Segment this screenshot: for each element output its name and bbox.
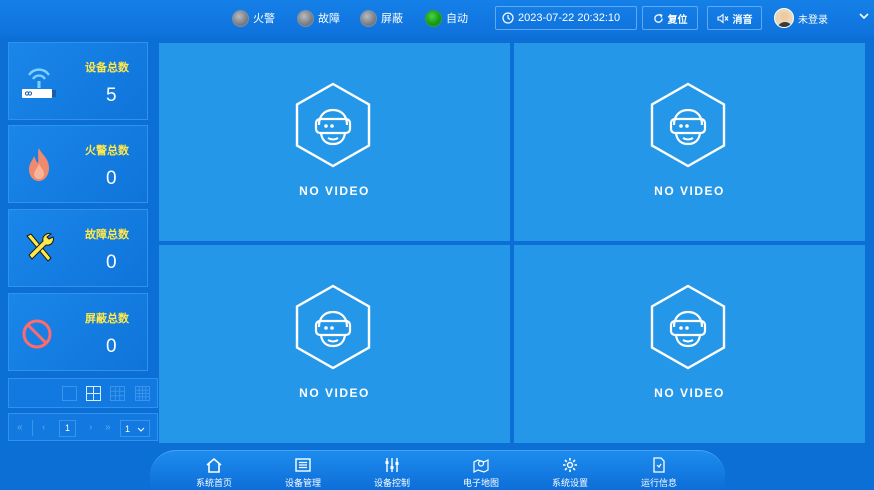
fire-led-icon [232, 9, 249, 27]
chevron-down-icon [137, 427, 145, 432]
status-shield: 屏蔽 [360, 9, 403, 27]
first-page-icon[interactable]: « [17, 422, 23, 433]
layout-9-button[interactable] [110, 386, 125, 401]
forbidden-icon [22, 319, 52, 349]
nav-map-label: 电子地图 [462, 478, 499, 488]
mute-icon [716, 12, 728, 24]
no-video-text: NO VIDEO [654, 184, 725, 198]
reset-button[interactable]: 复位 [642, 6, 698, 30]
sliders-icon [385, 458, 399, 472]
stat-value-fire: 0 [106, 168, 117, 189]
video-cell-2[interactable]: NO VIDEO [514, 43, 865, 241]
no-video-text: NO VIDEO [299, 184, 370, 198]
stat-card-devices: 设备总数 5 [8, 42, 148, 120]
stat-card-shield: 屏蔽总数 0 [8, 293, 148, 371]
nav-device-management[interactable]: 设备管理 [268, 457, 338, 489]
reset-button-label: 复位 [667, 14, 688, 26]
layout-16-button[interactable] [135, 386, 150, 401]
stat-label-fire: 火警总数 [85, 145, 129, 157]
datetime-text: 2023-07-22 20:32:10 [518, 12, 621, 24]
user-menu[interactable]: 未登录 [774, 5, 828, 31]
no-video-text: NO VIDEO [654, 386, 725, 400]
grid-16-icon [136, 387, 149, 400]
bottom-nav: 系统首页 设备管理 设备控制 电子地图 系统设置 运行信息 [150, 450, 725, 490]
tools-icon [26, 233, 54, 262]
vr-camera-icon [650, 284, 726, 370]
device-list-icon [295, 458, 311, 472]
nav-device-control-label: 设备控制 [373, 478, 410, 488]
shield-led-icon [360, 9, 377, 27]
stat-label-fault: 故障总数 [85, 229, 129, 241]
top-bar: 火警 故障 屏蔽 自动 2023-07-22 20:32:10 复位 消音 未登… [0, 0, 874, 36]
nav-device-management-label: 设备管理 [284, 478, 321, 488]
vr-camera-icon [650, 82, 726, 168]
current-page[interactable]: 1 [59, 420, 76, 437]
status-fault-label: 故障 [318, 13, 340, 25]
status-fire: 火警 [232, 9, 275, 27]
status-shield-label: 屏蔽 [381, 13, 403, 25]
router-wifi-icon [22, 68, 56, 98]
layout-1-button[interactable] [62, 386, 77, 401]
user-label: 未登录 [798, 14, 828, 26]
layout-selector [8, 378, 158, 408]
chevron-down-icon[interactable] [858, 10, 870, 22]
video-cell-1[interactable]: NO VIDEO [159, 43, 510, 241]
nav-device-control[interactable]: 设备控制 [357, 457, 427, 489]
fire-icon [29, 148, 49, 181]
map-icon [473, 459, 489, 473]
page-select[interactable]: 1 [120, 420, 150, 437]
nav-home[interactable]: 系统首页 [179, 457, 249, 489]
nav-runtime-info[interactable]: 运行信息 [624, 457, 694, 489]
stat-value-devices: 5 [106, 85, 117, 106]
mute-button-label: 消音 [732, 14, 753, 26]
nav-runtime-info-label: 运行信息 [640, 478, 677, 488]
nav-settings-label: 系统设置 [551, 478, 588, 488]
nav-settings[interactable]: 系统设置 [535, 457, 605, 489]
grid-4-icon [87, 387, 100, 400]
datetime-display: 2023-07-22 20:32:10 [495, 6, 637, 30]
refresh-icon [653, 13, 663, 23]
prev-page-icon[interactable]: ‹ [42, 422, 45, 433]
grid-9-icon [111, 387, 124, 400]
auto-led-icon [425, 9, 442, 27]
no-video-text: NO VIDEO [299, 386, 370, 400]
last-page-icon[interactable]: » [105, 422, 111, 433]
vr-camera-icon [295, 82, 371, 168]
home-icon [206, 457, 222, 473]
pager: « ‹ 1 › » 1 [8, 413, 158, 441]
gear-icon [563, 458, 577, 472]
next-page-icon[interactable]: › [89, 422, 92, 433]
stat-label-devices: 设备总数 [85, 62, 129, 74]
status-fault: 故障 [297, 9, 340, 27]
clock-icon [502, 12, 514, 24]
stat-card-fire: 火警总数 0 [8, 125, 148, 203]
status-auto: 自动 [425, 9, 468, 27]
status-fire-label: 火警 [253, 13, 275, 25]
vr-camera-icon [295, 284, 371, 370]
page-select-value: 1 [125, 423, 131, 434]
status-auto-label: 自动 [446, 13, 468, 25]
stat-value-fault: 0 [106, 252, 117, 273]
fault-led-icon [297, 9, 314, 27]
video-cell-4[interactable]: NO VIDEO [514, 245, 865, 443]
avatar [774, 8, 794, 28]
layout-4-button[interactable] [86, 386, 101, 401]
video-cell-3[interactable]: NO VIDEO [159, 245, 510, 443]
nav-map[interactable]: 电子地图 [446, 457, 516, 489]
mute-button[interactable]: 消音 [707, 6, 762, 30]
document-icon [653, 457, 665, 473]
nav-home-label: 系统首页 [195, 478, 232, 488]
stat-label-shield: 屏蔽总数 [85, 313, 129, 325]
stat-card-fault: 故障总数 0 [8, 209, 148, 287]
stat-value-shield: 0 [106, 336, 117, 357]
